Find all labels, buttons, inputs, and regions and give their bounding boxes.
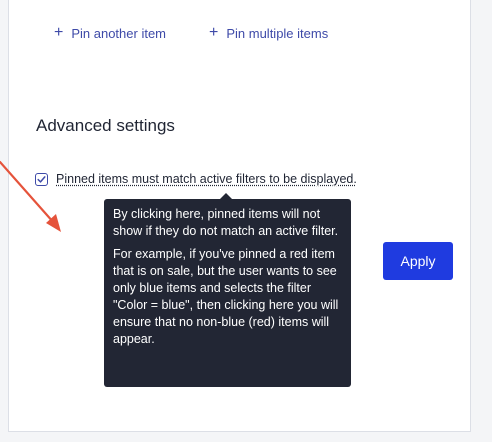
plus-icon: + [54, 24, 64, 41]
apply-button[interactable]: Apply [383, 242, 453, 280]
pin-multiple-items-link[interactable]: + Pin multiple items [209, 25, 328, 41]
page: + Pin another item + Pin multiple items … [0, 0, 492, 442]
match-filters-label[interactable]: Pinned items must match active filters t… [56, 172, 357, 186]
pin-multiple-items-label: Pin multiple items [226, 25, 329, 41]
tooltip-paragraph-1: By clicking here, pinned items will not … [113, 207, 339, 238]
match-filters-checkbox-row[interactable]: Pinned items must match active filters t… [35, 172, 357, 186]
match-filters-checkbox[interactable] [35, 172, 48, 186]
advanced-settings-title: Advanced settings [36, 116, 175, 135]
tooltip-paragraph-2: For example, if you've pinned a red item… [113, 247, 339, 346]
pin-another-item-label: Pin another item [71, 25, 167, 41]
match-filters-tooltip: By clicking here, pinned items will not … [104, 193, 351, 387]
plus-icon: + [209, 24, 219, 41]
check-icon [37, 175, 46, 183]
pin-another-item-link[interactable]: + Pin another item [54, 25, 166, 41]
